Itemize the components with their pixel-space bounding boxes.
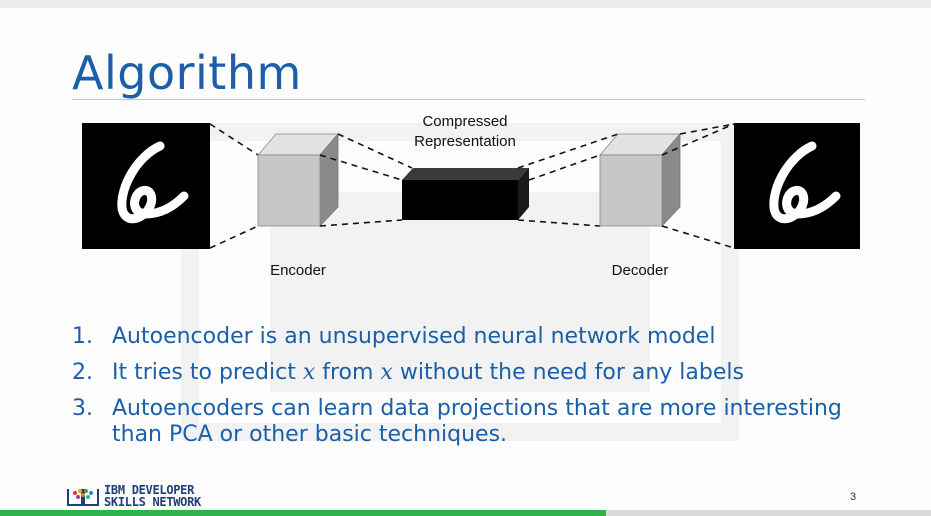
compressed-label-line1: Compressed: [422, 113, 508, 130]
logo-text-line2: SKILLS NETWORK: [104, 495, 201, 509]
progress-bar-track: [606, 510, 931, 516]
encoder-label: Encoder: [270, 262, 326, 279]
output-digit-image: [734, 123, 860, 249]
encoder-cube: [257, 132, 339, 228]
text-part: from: [315, 360, 381, 385]
math-variable-x: x: [380, 360, 393, 385]
list-number: 1.: [72, 324, 93, 349]
decoder-cube: [599, 132, 681, 228]
slide: Algorithm Compressed Representation Enco…: [0, 0, 931, 516]
compressed-label-line2: Representation: [414, 133, 516, 150]
bullet-list: 1. Autoencoder is an unsupervised neural…: [72, 324, 872, 458]
input-to-encoder-lines: [209, 123, 259, 249]
progress-bar-fill: [0, 510, 606, 516]
list-item: 2. It tries to predict x from x without …: [72, 360, 872, 386]
logo-text: IBM DEVELOPER SKILLS NETWORK: [104, 484, 201, 508]
decoder-label: Decoder: [611, 262, 669, 279]
list-item: 1. Autoencoder is an unsupervised neural…: [72, 324, 872, 350]
list-item-text: Autoencoder is an unsupervised neural ne…: [112, 324, 716, 349]
page-number: 3: [850, 491, 857, 503]
text-part: It tries to predict: [112, 360, 303, 385]
input-digit-image: [82, 123, 210, 249]
list-item-text: Autoencoders can learn data projections …: [112, 396, 842, 421]
compressed-representation-label: Compressed Representation: [405, 112, 525, 152]
list-item-text-continued: than PCA or other basic techniques.: [112, 422, 508, 447]
list-item-text: It tries to predict x from x without the…: [112, 360, 872, 386]
book-icon: [67, 489, 99, 506]
ibm-developer-skills-network-logo: IBM DEVELOPER SKILLS NETWORK: [66, 482, 201, 510]
list-number: 2.: [72, 360, 93, 385]
list-number: 3.: [72, 396, 93, 421]
math-variable-x: x: [302, 360, 316, 385]
text-part: without the need for any labels: [392, 360, 744, 385]
compressed-representation-block: [402, 168, 529, 220]
list-item: 3. Autoencoders can learn data projectio…: [72, 396, 872, 448]
